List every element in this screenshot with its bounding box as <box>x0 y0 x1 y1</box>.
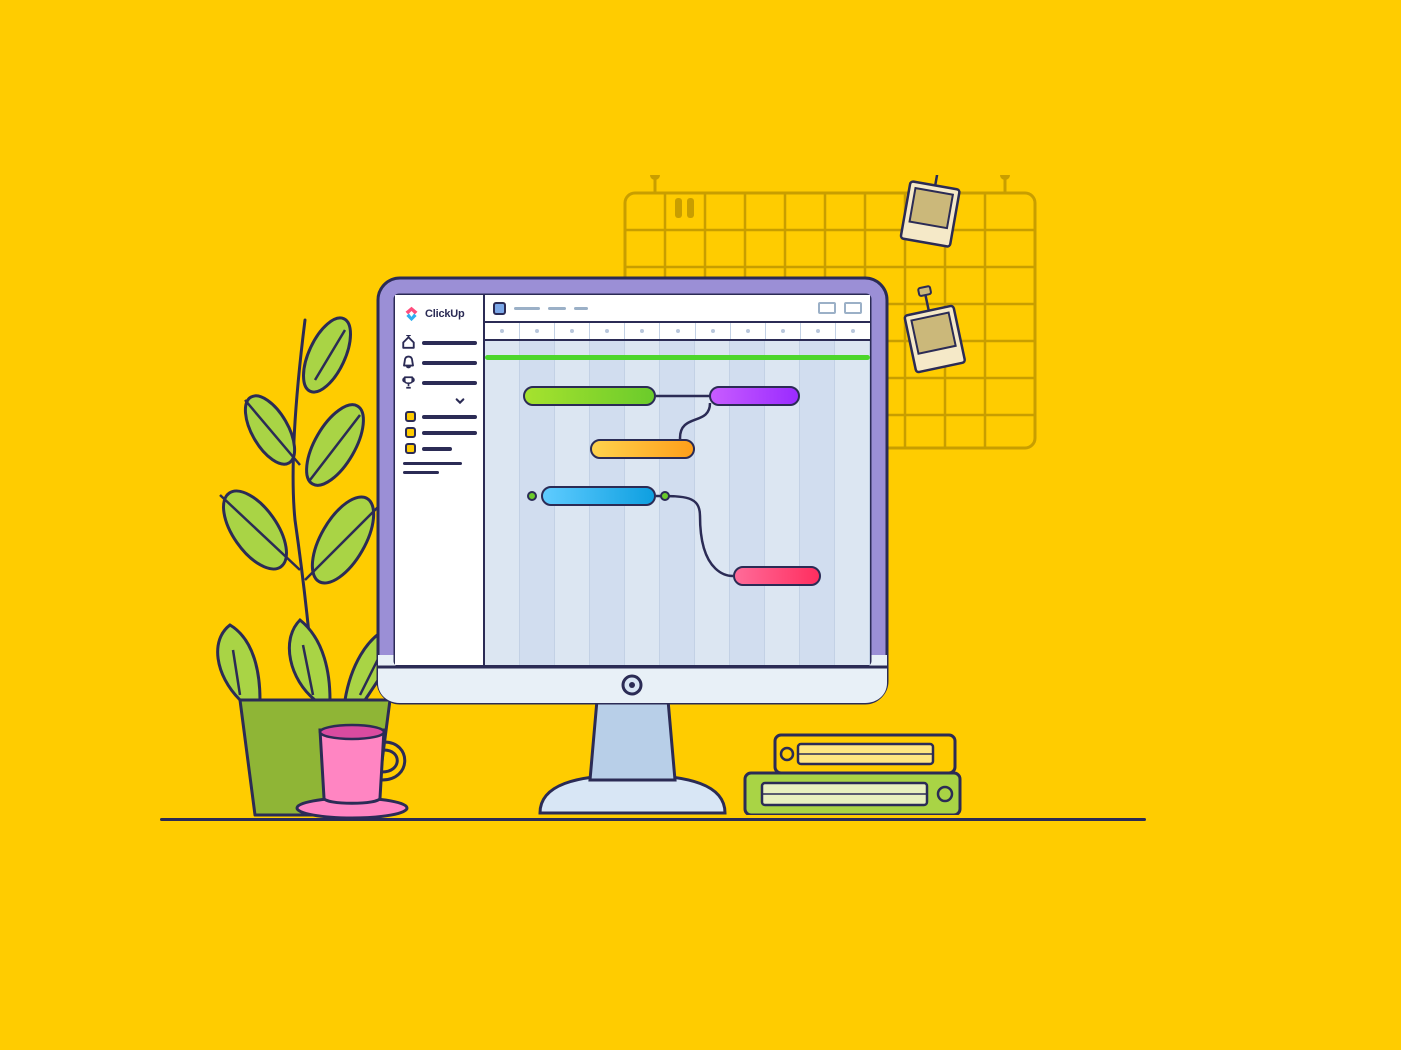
sidebar-footer-line <box>403 471 439 474</box>
gantt-bar-pink[interactable] <box>733 566 821 586</box>
toolbar-placeholder <box>548 307 566 310</box>
gantt-bar-green[interactable] <box>523 386 656 406</box>
home-icon <box>401 335 416 350</box>
app-logo: ClickUp <box>401 301 477 330</box>
gantt-bar-blue[interactable] <box>541 486 656 506</box>
nav-home[interactable] <box>401 335 477 350</box>
trophy-icon <box>401 375 416 390</box>
gantt-bar-orange[interactable] <box>590 439 695 459</box>
toolbar-action[interactable] <box>844 302 862 314</box>
timeline-header <box>485 323 870 341</box>
nav-notifications[interactable] <box>401 355 477 370</box>
gantt-chart[interactable] <box>485 341 870 665</box>
nav-goals[interactable] <box>401 375 477 390</box>
list-item-2[interactable] <box>405 427 477 438</box>
toolbar-placeholder <box>514 307 540 310</box>
clickup-logo-icon <box>403 305 420 322</box>
sidebar-collapse[interactable] <box>401 396 477 406</box>
toolbar-action[interactable] <box>818 302 836 314</box>
chevron-down-icon <box>455 396 465 406</box>
list-item-1[interactable] <box>405 411 477 422</box>
bell-icon <box>401 355 416 370</box>
app-screen: ClickUp <box>395 295 870 665</box>
app-name: ClickUp <box>425 308 465 320</box>
sidebar-footer-line <box>403 462 462 465</box>
toolbar-placeholder <box>574 307 588 310</box>
view-badge[interactable] <box>493 302 506 315</box>
sidebar: ClickUp <box>395 295 485 665</box>
top-toolbar <box>485 295 870 323</box>
list-item-3[interactable] <box>405 443 477 454</box>
gantt-bar-purple[interactable] <box>709 386 800 406</box>
